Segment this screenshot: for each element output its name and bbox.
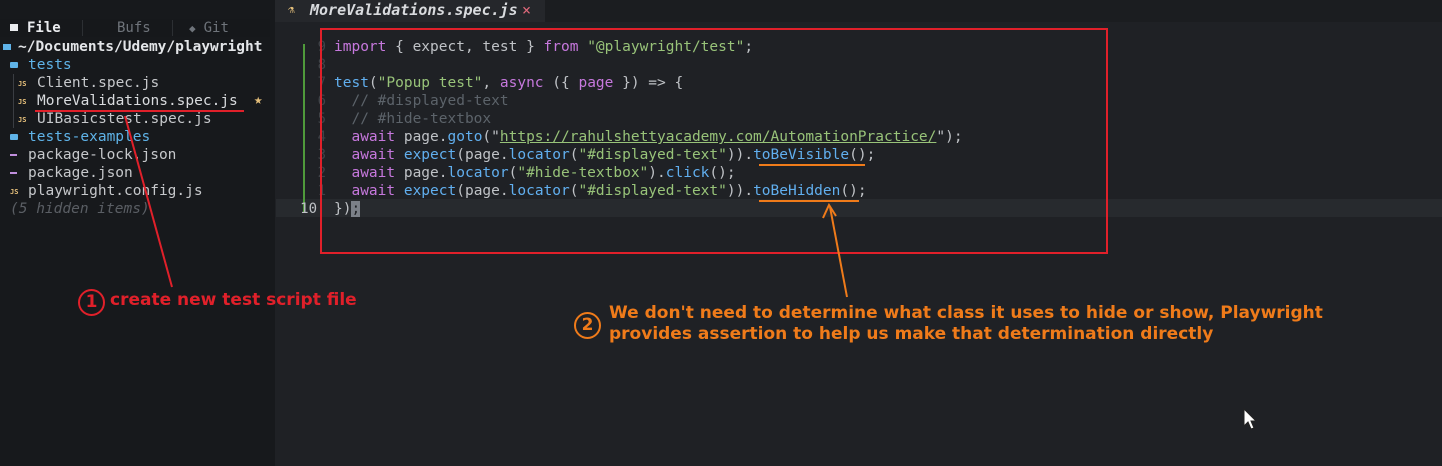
tree-folder-tests-examples[interactable]: tests-examples <box>10 128 150 146</box>
folder-icon <box>10 24 18 31</box>
tab-divider <box>82 20 83 36</box>
tab-morevalidations-spec[interactable]: ⚗ MoreValidations.spec.js × <box>275 0 545 22</box>
annotation-text-2-line1: We don't need to determine what class it… <box>609 303 1323 323</box>
mouse-cursor-icon <box>1243 407 1258 430</box>
flask-icon: ⚗ <box>288 3 295 16</box>
annotation-number-1: 1 <box>78 289 105 316</box>
tab-divider <box>172 20 173 36</box>
annotation-text-2-line2: provides assertion to help us make that … <box>609 324 1214 344</box>
js-file-icon: JS <box>18 80 27 88</box>
json-file-icon <box>10 172 17 174</box>
root-folder-icon <box>3 44 11 50</box>
tree-file-uibasicstest-spec[interactable]: JS UIBasicstest.spec.js <box>18 110 212 128</box>
folder-open-icon <box>10 62 18 68</box>
modified-star-icon: ★ <box>254 92 263 108</box>
tree-folder-tests[interactable]: tests <box>10 56 72 74</box>
hidden-items-hint[interactable]: (5 hidden items) <box>10 200 150 218</box>
editor-tab-bar: ⚗ MoreValidations.spec.js × <box>275 0 1442 22</box>
tree-file-client-spec[interactable]: JS Client.spec.js <box>18 74 159 92</box>
js-file-icon: JS <box>10 188 19 196</box>
file-explorer-sidebar: File Bufs ◆ Git ~/Documents/Udemy/playwri… <box>0 0 275 466</box>
git-diamond-icon: ◆ <box>189 22 196 35</box>
tab-file[interactable]: File <box>10 19 61 37</box>
js-file-icon: JS <box>18 116 27 124</box>
tree-indent-guide <box>13 74 14 128</box>
sidebar-tabs: File Bufs ◆ Git <box>0 19 270 37</box>
folder-icon <box>10 134 18 140</box>
tab-git[interactable]: ◆ Git <box>189 19 229 37</box>
annotation-text-1: create new test script file <box>110 290 357 310</box>
tree-file-playwright-config[interactable]: JS playwright.config.js <box>10 182 203 200</box>
current-line-number: 10 <box>300 201 317 217</box>
tree-root-path[interactable]: ~/Documents/Udemy/playwright <box>3 38 262 56</box>
tree-file-package-json[interactable]: package.json <box>10 164 133 182</box>
tree-file-package-lock-json[interactable]: package-lock.json <box>10 146 176 164</box>
js-file-icon: JS <box>18 98 27 106</box>
tree-file-morevalidations-spec[interactable]: JS MoreValidations.spec.js <box>18 92 238 110</box>
close-tab-icon[interactable]: × <box>522 1 531 19</box>
tab-bufs[interactable]: Bufs <box>117 19 151 37</box>
highlight-box <box>320 28 1108 254</box>
json-file-icon <box>10 154 17 156</box>
annotation-number-2: 2 <box>574 312 601 339</box>
